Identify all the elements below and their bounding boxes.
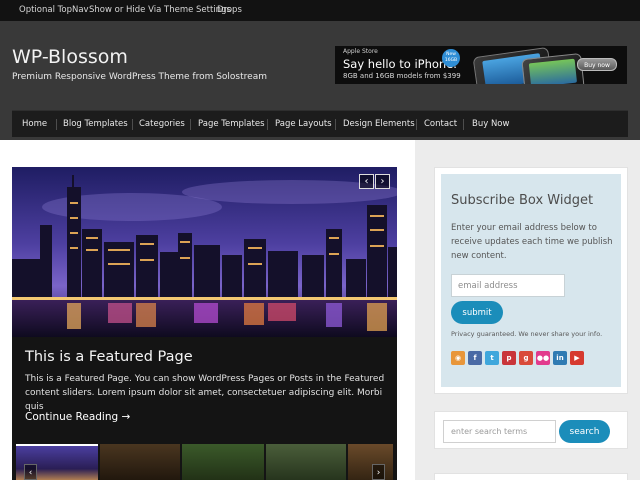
nav-item-contact[interactable]: Contact [424,111,457,138]
site-description: Premium Responsive WordPress Theme from … [12,72,267,82]
search-widget: search [434,411,628,449]
thumbnail-5[interactable] [348,444,393,480]
chevron-right-icon[interactable]: › [375,174,390,189]
youtube-icon[interactable]: ▶ [570,351,584,365]
facebook-icon[interactable]: f [468,351,482,365]
submit-button[interactable]: submit [451,301,503,324]
search-input[interactable] [443,420,556,443]
site-title[interactable]: WP-Blossom [12,46,128,68]
nav-separator [335,119,336,130]
pinterest-icon[interactable]: p [502,351,516,365]
ad-buy-now-button[interactable]: Buy now [577,58,617,71]
city-skyline-image[interactable] [12,167,397,337]
thumbnail-4[interactable] [266,444,346,480]
flickr-icon[interactable]: ●● [536,351,550,365]
nav-item-page-layouts[interactable]: Page Layouts [275,111,332,138]
iphone-ad-banner[interactable]: Apple Store Say hello to iPhone. 8GB and… [335,46,627,84]
nav-item-home[interactable]: Home [22,111,47,138]
twitter-icon[interactable]: t [485,351,499,365]
nav-item-page-templates[interactable]: Page Templates [198,111,265,138]
subscribe-title: Subscribe Box Widget [451,193,594,208]
nav-separator [132,119,133,130]
topnav-link-drops[interactable]: Drops [217,0,242,21]
privacy-note: Privacy guaranteed. We never share your … [451,330,603,338]
subscribe-text: Enter your email address below to receiv… [451,223,613,261]
thumbnail-next-icon[interactable]: › [372,464,385,480]
linkedin-icon[interactable]: in [553,351,567,365]
iphone-image-2 [521,52,585,84]
subscribe-widget: Subscribe Box Widget Enter your email ad… [434,167,628,394]
slide-title[interactable]: This is a Featured Page [25,349,193,365]
email-field[interactable] [451,274,565,297]
nav-separator [190,119,191,130]
google-plus-icon[interactable]: g [519,351,533,365]
slide-excerpt: This is a Featured Page. You can show Wo… [25,374,385,412]
rss-icon[interactable]: ◉ [451,351,465,365]
topnav-link-optional[interactable]: Optional TopNav [19,0,89,21]
sidebar-widget [434,473,628,480]
main-nav: Home Blog Templates Categories Page Temp… [12,110,628,137]
nav-item-buy-now[interactable]: Buy Now [472,111,509,138]
thumbnail-3[interactable] [182,444,264,480]
nav-item-design-elements[interactable]: Design Elements [343,111,415,138]
topnav-link-show-hide[interactable]: Show or Hide Via Theme Settings [89,0,231,21]
thumbnail-2[interactable] [100,444,180,480]
nav-separator [56,119,57,130]
chevron-left-icon[interactable]: ‹ [359,174,374,189]
ad-headline: Say hello to iPhone. [343,57,457,71]
nav-separator [267,119,268,130]
thumbnail-prev-icon[interactable]: ‹ [24,464,37,480]
ad-store-label: Apple Store [343,48,378,55]
search-button[interactable]: search [559,420,610,443]
nav-separator [463,119,464,130]
nav-item-categories[interactable]: Categories [139,111,185,138]
nav-item-blog-templates[interactable]: Blog Templates [63,111,128,138]
slider-thumbnails [16,444,393,480]
ad-subline: 8GB and 16GB models from $399 [343,72,461,80]
nav-separator [416,119,417,130]
featured-slider: ‹ › This is a Featured Page This is a Fe… [12,167,397,480]
continue-reading-link[interactable]: Continue Reading → [25,411,130,423]
top-nav: Optional TopNav Show or Hide Via Theme S… [0,0,640,21]
subscribe-box: Subscribe Box Widget Enter your email ad… [441,174,621,387]
ad-badge: New 16GB [442,49,460,67]
